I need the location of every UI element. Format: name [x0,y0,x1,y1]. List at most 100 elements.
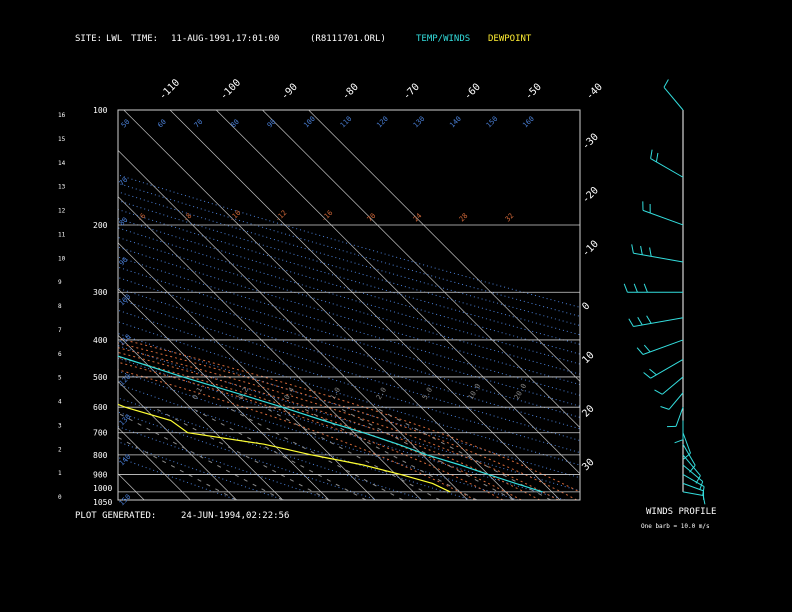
wind-barb-flag [646,315,652,324]
file-id: (R8111701.ORL) [310,34,386,44]
isotherm-line [123,110,515,500]
height-km-label: 9 [58,279,62,286]
dry-adiabat [118,370,519,500]
mixing-ratio-label: 10.0 [467,382,482,401]
dry-adiabat [118,397,425,500]
isotherm-top-label: -90 [279,82,300,103]
plot-border [117,109,581,501]
dry-adiabat [118,309,580,454]
skewt-screen: SITE: LWL TIME: 11-AUG-1991,17:01:00 (R8… [0,0,792,612]
dry-adiabat [118,426,331,500]
isotherm-line [169,110,561,500]
wind-barb-flag [643,283,648,293]
moist-adiabat-label: -10 [228,209,243,224]
moist-adiabat-label: 70 [366,212,378,224]
height-km-label: 16 [58,112,66,119]
wind-barb-flag [649,247,652,257]
mixing-ratio-label: 5.0 [421,386,434,401]
time-label: TIME: [131,34,158,44]
wind-barb-flag [633,283,638,293]
isotherm-line [0,110,98,500]
moist-adiabat [118,337,580,493]
mixing-ratio-line [337,406,515,500]
footer: PLOT GENERATED: 24-JUN-1994,02:22:56 WIN… [75,507,716,530]
isotherm-top-label: -50 [523,82,544,103]
isotherm-right-label: -30 [580,132,601,153]
plot-frame [117,109,581,501]
header: SITE: LWL TIME: 11-AUG-1991,17:01:00 (R8… [75,34,532,44]
height-km-label: 2 [58,446,62,453]
dry-adiabat-label: 60 [156,118,168,130]
pressure-tick-label: 900 [93,470,108,479]
dry-adiabat-label: 70 [118,176,130,188]
dry-adiabat [118,266,580,407]
wind-barb-staff [675,407,684,427]
dry-adiabat-label: 80 [118,216,130,228]
dry-adiabat [118,357,566,500]
pressure-tick-label: 300 [93,288,108,297]
moist-adiabat [118,351,540,500]
wind-barb-staff [642,339,684,355]
height-km-label: 12 [58,208,66,215]
height-km-label: 6 [58,351,62,358]
wind-barb-staff [650,359,684,379]
isotherm-line [0,110,6,500]
dry-adiabat-label: 150 [485,115,500,130]
wind-barb-flag [674,439,684,444]
pressure-tick-label: 700 [93,429,108,438]
dry-adiabat [118,227,580,365]
pressure-tick-label: 100 [93,106,108,115]
isotherm-top-label: -80 [340,82,361,103]
height-km-label: 4 [58,399,62,406]
height-km-label: 8 [58,303,62,310]
height-km-label: 15 [58,136,66,143]
site-value: LWL [106,34,122,44]
moist-adiabat-label: -12 [274,209,289,224]
dry-adiabat-label: 50 [120,118,132,130]
moist-adiabat-label: -8 [182,212,194,224]
moist-adiabat-label: 28 [458,212,470,224]
wind-barb-flag [628,318,634,327]
isotherm-right-label: -20 [580,185,601,206]
mixing-ratio-line [118,412,284,500]
wind-barb-flag [636,347,644,355]
height-km-label: 3 [58,422,62,429]
skewt-diagram: SITE: LWL TIME: 11-AUG-1991,17:01:00 (R8… [0,34,716,530]
wind-barb-flag [660,406,670,410]
isotherm-line [118,196,422,500]
wind-barb-flag [623,283,628,293]
isotherm-top-label: -70 [401,82,422,103]
dry-adiabat [118,208,580,345]
dry-adiabat [118,200,580,336]
dewpoint-line [118,403,451,493]
legend-temp: TEMP/WINDS [416,34,470,44]
thermo-grid [0,110,580,500]
dry-adiabat [118,218,580,355]
isotherm-line [118,334,284,500]
dry-adiabat [118,345,580,492]
isotherm-right-label: 0 [580,301,592,313]
winds-profile-title: WINDS PROFILE [646,507,716,517]
height-km-label: 13 [58,184,66,191]
dry-adiabat [118,298,580,442]
moist-adiabat-label: 24 [412,212,424,224]
dry-adiabat-label: 80 [229,118,241,130]
height-km-label: 7 [58,327,62,334]
dry-adiabat-label: 100 [302,115,317,130]
isotherm-line [262,110,580,429]
dry-adiabat-label: 130 [118,413,133,428]
dry-adiabat [118,246,580,386]
time-value: 11-AUG-1991,17:01:00 [171,34,279,44]
dry-adiabat-label: 120 [118,373,133,388]
isotherm-right-label: 20 [580,403,596,419]
mixing-ratio-label: 20.0 [513,382,528,401]
height-km-label: 1 [58,470,62,477]
isotherm-line [308,110,580,382]
dry-adiabat-label: 100 [118,293,133,308]
dry-adiabat-label: 110 [339,115,354,130]
dry-adiabat [118,174,580,308]
dry-adiabat [118,321,580,466]
height-km-label: 0 [58,494,62,501]
isotherm-top-label: -60 [462,82,483,103]
moist-adiabat-label: -6 [136,212,148,224]
